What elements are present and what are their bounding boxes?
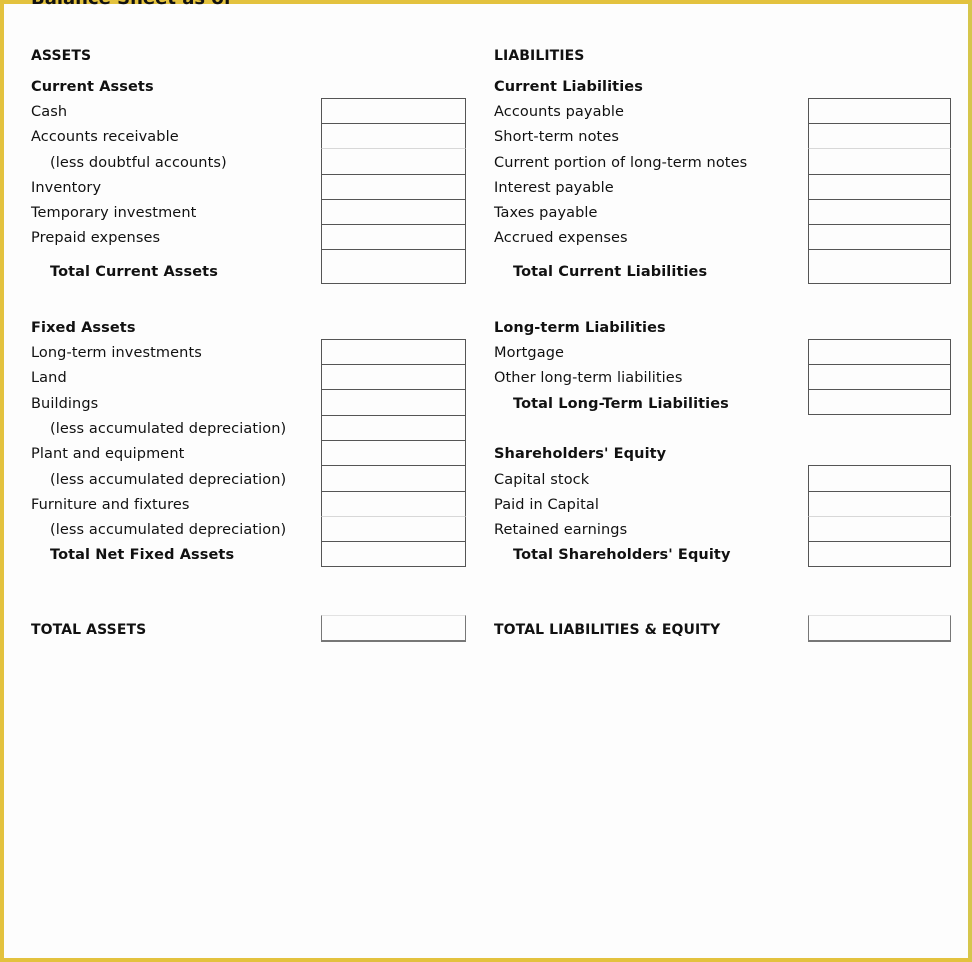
label-total-current-assets: Total Current Assets <box>50 264 218 280</box>
input-total-long-term-liabilities[interactable] <box>808 389 951 415</box>
input-paid-in-capital[interactable] <box>808 491 951 517</box>
label-accrued-expenses: Accrued expenses <box>494 230 628 246</box>
label-short-term-notes: Short-term notes <box>494 129 620 145</box>
assets-heading: ASSETS <box>31 48 92 64</box>
input-total-liabilities-equity[interactable] <box>808 615 951 642</box>
input-inventory[interactable] <box>321 174 466 200</box>
label-total-net-fixed-assets: Total Net Fixed Assets <box>50 547 235 563</box>
label-inventory: Inventory <box>31 180 102 196</box>
input-accrued-expenses[interactable] <box>808 224 951 250</box>
label-capital-stock: Capital stock <box>494 472 590 488</box>
label-long-term-investments: Long-term investments <box>31 345 202 361</box>
input-plant-depreciation[interactable] <box>321 465 466 492</box>
label-temporary-investment: Temporary investment <box>31 205 197 221</box>
input-current-portion-long-term-notes[interactable] <box>808 148 951 175</box>
input-mortgage[interactable] <box>808 339 951 365</box>
label-accounts-receivable: Accounts receivable <box>31 129 179 145</box>
input-furniture-depreciation[interactable] <box>321 516 466 542</box>
input-total-shareholders-equity[interactable] <box>808 541 951 567</box>
input-retained-earnings[interactable] <box>808 516 951 542</box>
input-capital-stock[interactable] <box>808 465 951 492</box>
input-furniture-and-fixtures[interactable] <box>321 491 466 517</box>
label-buildings-depreciation: (less accumulated depreciation) <box>50 421 287 437</box>
input-accounts-receivable[interactable] <box>321 123 466 149</box>
input-buildings-depreciation[interactable] <box>321 415 466 441</box>
input-total-current-liabilities[interactable] <box>808 249 951 284</box>
input-less-doubtful-accounts[interactable] <box>321 148 466 175</box>
input-total-current-assets[interactable] <box>321 249 466 284</box>
input-total-net-fixed-assets[interactable] <box>321 541 466 567</box>
long-term-liabilities-heading: Long-term Liabilities <box>494 320 666 336</box>
label-plant-and-equipment: Plant and equipment <box>31 446 185 462</box>
label-total-long-term-liabilities: Total Long-Term Liabilities <box>513 396 729 412</box>
input-prepaid-expenses[interactable] <box>321 224 466 250</box>
label-prepaid-expenses: Prepaid expenses <box>31 230 161 246</box>
label-retained-earnings: Retained earnings <box>494 522 628 538</box>
label-accounts-payable: Accounts payable <box>494 104 625 120</box>
document-title: Balance Sheet as of <box>31 0 232 9</box>
label-interest-payable: Interest payable <box>494 180 614 196</box>
liabilities-heading: LIABILITIES <box>494 48 585 64</box>
input-buildings[interactable] <box>321 389 466 416</box>
input-short-term-notes[interactable] <box>808 123 951 149</box>
label-less-doubtful-accounts: (less doubtful accounts) <box>50 155 227 171</box>
label-furniture-and-fixtures: Furniture and fixtures <box>31 497 190 513</box>
label-other-long-term-liabilities: Other long-term liabilities <box>494 370 683 386</box>
fixed-assets-heading: Fixed Assets <box>31 320 136 336</box>
label-taxes-payable: Taxes payable <box>494 205 598 221</box>
label-cash: Cash <box>31 104 68 120</box>
label-total-liabilities-equity: TOTAL LIABILITIES & EQUITY <box>494 622 721 638</box>
input-taxes-payable[interactable] <box>808 199 951 225</box>
input-accounts-payable[interactable] <box>808 98 951 124</box>
label-total-shareholders-equity: Total Shareholders' Equity <box>513 547 731 563</box>
label-furniture-depreciation: (less accumulated depreciation) <box>50 522 287 538</box>
label-paid-in-capital: Paid in Capital <box>494 497 599 513</box>
input-total-assets[interactable] <box>321 615 466 642</box>
input-plant-and-equipment[interactable] <box>321 440 466 466</box>
current-assets-heading: Current Assets <box>31 79 154 95</box>
shareholders-equity-heading: Shareholders' Equity <box>494 446 667 462</box>
label-total-assets: TOTAL ASSETS <box>31 622 147 638</box>
label-plant-depreciation: (less accumulated depreciation) <box>50 472 287 488</box>
input-long-term-investments[interactable] <box>321 339 466 365</box>
input-land[interactable] <box>321 364 466 390</box>
label-mortgage: Mortgage <box>494 345 565 361</box>
label-current-portion-long-term-notes: Current portion of long-term notes <box>494 155 748 171</box>
input-cash[interactable] <box>321 98 466 124</box>
label-buildings: Buildings <box>31 396 99 412</box>
label-land: Land <box>31 370 67 386</box>
input-other-long-term-liabilities[interactable] <box>808 364 951 390</box>
input-temporary-investment[interactable] <box>321 199 466 225</box>
input-interest-payable[interactable] <box>808 174 951 200</box>
label-total-current-liabilities: Total Current Liabilities <box>513 264 708 280</box>
current-liabilities-heading: Current Liabilities <box>494 79 643 95</box>
